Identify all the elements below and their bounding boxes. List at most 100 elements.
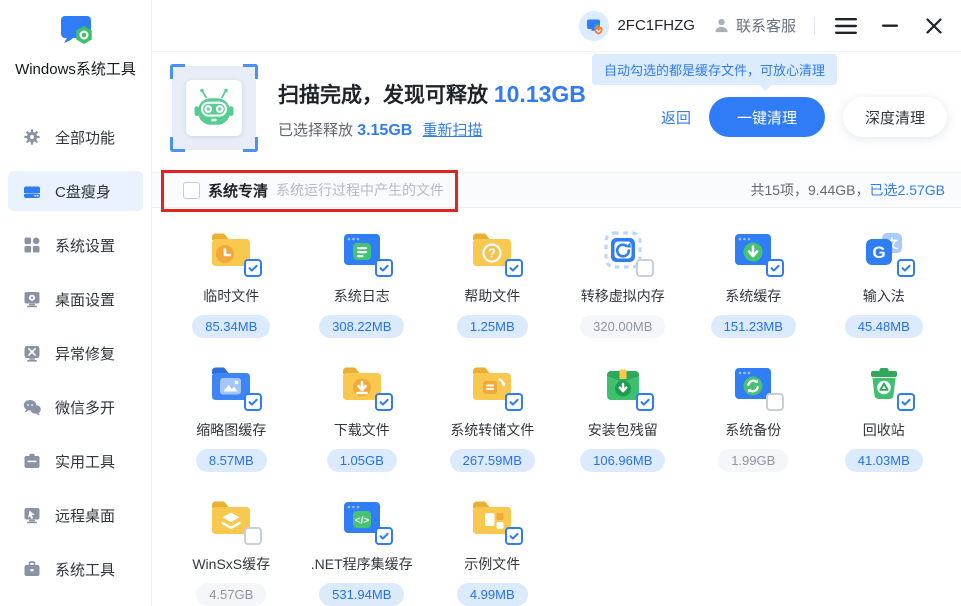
file-checkbox[interactable] bbox=[636, 393, 654, 411]
file-item[interactable]: 缩略图缓存 8.57MB bbox=[166, 358, 297, 472]
selected-total: 已选2.57GB bbox=[870, 182, 945, 198]
file-checkbox[interactable] bbox=[244, 393, 262, 411]
file-checkbox[interactable] bbox=[244, 259, 262, 277]
toolbox-icon bbox=[23, 452, 41, 470]
file-item[interactable]: 回收站 41.03MB bbox=[819, 358, 950, 472]
file-size-badge: 41.03MB bbox=[845, 449, 923, 472]
file-checkbox[interactable] bbox=[375, 527, 393, 545]
file-item[interactable]: 系统日志 308.22MB bbox=[297, 224, 428, 338]
file-size-badge: 151.23MB bbox=[711, 315, 796, 338]
repair-icon bbox=[23, 344, 41, 362]
file-label: 输入法 bbox=[863, 286, 905, 306]
file-label: WinSxS缓存 bbox=[192, 554, 270, 574]
file-checkbox[interactable] bbox=[375, 393, 393, 411]
file-item[interactable]: 系统转储文件 267.59MB bbox=[427, 358, 558, 472]
file-item[interactable]: WinSxS缓存 4.57GB bbox=[166, 492, 297, 606]
main-panel: 2FC1FHZG 联系客服 bbox=[152, 0, 961, 606]
file-checkbox[interactable] bbox=[505, 393, 523, 411]
file-size-badge: 4.99MB bbox=[457, 583, 528, 606]
file-checkbox[interactable] bbox=[505, 527, 523, 545]
minimize-button[interactable] bbox=[877, 13, 903, 39]
file-checkbox[interactable] bbox=[897, 393, 915, 411]
sidebar-item-label: 远程桌面 bbox=[55, 505, 115, 526]
system-clean-label: 系统专清 bbox=[208, 180, 268, 201]
found-size: 10.13GB bbox=[494, 81, 586, 107]
sidebar-item[interactable]: 系统工具 bbox=[8, 549, 143, 589]
scan-robot-icon bbox=[172, 66, 256, 150]
system-clean-checkbox[interactable] bbox=[183, 182, 200, 199]
sidebar-item[interactable]: 异常修复 bbox=[8, 333, 143, 373]
file-size-badge: 531.94MB bbox=[319, 583, 404, 606]
one-click-clean-button[interactable]: 一键清理 bbox=[709, 97, 825, 137]
briefcase-icon bbox=[23, 560, 41, 578]
file-item[interactable]: 安装包残留 106.96MB bbox=[558, 358, 689, 472]
back-link[interactable]: 返回 bbox=[661, 107, 691, 128]
contact-support-button[interactable]: 联系客服 bbox=[713, 15, 796, 36]
sidebar-item-label: 实用工具 bbox=[55, 451, 115, 472]
file-item[interactable]: 系统缓存 151.23MB bbox=[688, 224, 819, 338]
deep-clean-button[interactable]: 深度清理 bbox=[843, 97, 947, 137]
file-checkbox[interactable] bbox=[244, 527, 262, 545]
file-size-badge: 267.59MB bbox=[450, 449, 535, 472]
sidebar-item-label: 系统工具 bbox=[55, 559, 115, 580]
sidebar-item[interactable]: C盘瘦身 bbox=[8, 171, 143, 211]
sidebar-item[interactable]: 全部功能 bbox=[8, 117, 143, 157]
close-button[interactable] bbox=[921, 13, 947, 39]
file-size-badge: 85.34MB bbox=[192, 315, 270, 338]
app-title: Windows系统工具 bbox=[0, 58, 151, 79]
sidebar-item-label: 微信多开 bbox=[55, 397, 115, 418]
app-grid-icon bbox=[23, 236, 41, 254]
file-item[interactable]: 系统备份 1.99GB bbox=[688, 358, 819, 472]
sidebar: Windows系统工具 全部功能 C盘瘦身系统设置桌面设置异常修复微信多开实用工具… bbox=[0, 0, 152, 606]
file-label: 临时文件 bbox=[203, 286, 259, 306]
file-item[interactable]: 临时文件 85.34MB bbox=[166, 224, 297, 338]
file-item[interactable]: 示例文件 4.99MB bbox=[427, 492, 558, 606]
file-item[interactable]: 下载文件 1.05GB bbox=[297, 358, 428, 472]
file-checkbox[interactable] bbox=[766, 259, 784, 277]
sidebar-item[interactable]: 桌面设置 bbox=[8, 279, 143, 319]
file-checkbox[interactable] bbox=[505, 259, 523, 277]
file-size-badge: 4.57GB bbox=[196, 583, 266, 606]
sidebar-item-label: 桌面设置 bbox=[55, 289, 115, 310]
desktop-gear-icon bbox=[23, 290, 41, 308]
file-item[interactable]: 转移虚拟内存 320.00MB bbox=[558, 224, 689, 338]
sidebar-item-label: 系统设置 bbox=[55, 235, 115, 256]
file-label: 安装包残留 bbox=[588, 420, 658, 440]
file-item[interactable]: ? 帮助文件 1.25MB bbox=[427, 224, 558, 338]
scan-summary: 扫描完成，发现可释放 10.13GB 已选择释放 3.15GB 重新扫描 bbox=[278, 66, 586, 150]
selection-summary: 共15项，9.44GB，已选2.57GB bbox=[750, 180, 945, 200]
system-clean-row: 系统专清 系统运行过程中产生的文件 共15项，9.44GB，已选2.57GB bbox=[152, 172, 961, 208]
sidebar-item[interactable]: 系统设置 bbox=[8, 225, 143, 265]
account-badge[interactable]: 2FC1FHZG bbox=[579, 11, 695, 41]
file-checkbox[interactable] bbox=[766, 393, 784, 411]
sidebar-item-label: 全部功能 bbox=[55, 127, 115, 148]
gear-icon bbox=[23, 128, 41, 146]
file-item[interactable]: </> .NET程序集缓存 531.94MB bbox=[297, 492, 428, 606]
file-label: 下载文件 bbox=[334, 420, 390, 440]
file-checkbox[interactable] bbox=[375, 259, 393, 277]
sidebar-item-label: 异常修复 bbox=[55, 343, 115, 364]
selected-size: 3.15GB bbox=[357, 122, 412, 139]
file-checkbox[interactable] bbox=[636, 259, 654, 277]
minimize-icon bbox=[882, 24, 898, 28]
sidebar-item[interactable]: 实用工具 bbox=[8, 441, 143, 481]
file-label: 系统日志 bbox=[334, 286, 390, 306]
app-window: Windows系统工具 全部功能 C盘瘦身系统设置桌面设置异常修复微信多开实用工具… bbox=[0, 0, 961, 606]
file-label: 系统转储文件 bbox=[450, 420, 534, 440]
sidebar-item[interactable]: 远程桌面 bbox=[8, 495, 143, 535]
file-size-badge: 320.00MB bbox=[580, 315, 665, 338]
scan-subtitle: 已选择释放 3.15GB 重新扫描 bbox=[278, 119, 586, 140]
chat-bubbles-icon bbox=[23, 398, 41, 416]
file-size-badge: 308.22MB bbox=[319, 315, 404, 338]
file-label: 示例文件 bbox=[464, 554, 520, 574]
sidebar-item[interactable]: 微信多开 bbox=[8, 387, 143, 427]
support-label: 联系客服 bbox=[736, 15, 796, 36]
file-label: 缩略图缓存 bbox=[196, 420, 266, 440]
menu-button[interactable] bbox=[833, 13, 859, 39]
rescan-link[interactable]: 重新扫描 bbox=[423, 122, 483, 139]
hard-drive-icon bbox=[23, 182, 41, 200]
file-checkbox[interactable] bbox=[897, 259, 915, 277]
file-size-badge: 1.99GB bbox=[718, 449, 788, 472]
file-label: 帮助文件 bbox=[464, 286, 520, 306]
file-item[interactable]: 文G 输入法 45.48MB bbox=[819, 224, 950, 338]
